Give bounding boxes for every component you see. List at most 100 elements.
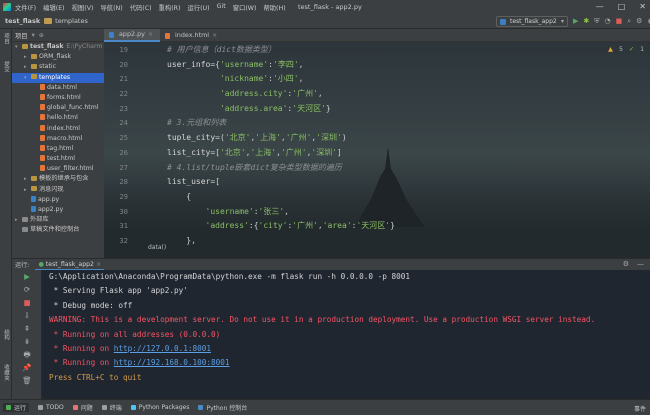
close-button[interactable]: ✕ [639,2,646,11]
settings-icon[interactable]: ⚙ [623,260,629,268]
console-link[interactable]: http://127.0.0.1:8001 [114,344,211,353]
settings-icon[interactable]: ⚙ [636,17,642,26]
debug-icon[interactable]: ✱ [583,17,589,26]
bottom-tool-2[interactable]: 问题 [72,403,93,412]
menu-item[interactable]: Git [217,3,226,12]
code-line: { [167,190,395,205]
project-view-select[interactable]: 项目 [15,31,28,40]
tree-item-static[interactable]: ▸ static [12,62,104,72]
tree-item-macro-html[interactable]: macro.html [12,134,104,144]
menu-item[interactable]: 运行(U) [187,3,209,12]
code-lines: # 用户信息（dict数据类型） user_info={'username':'李… [167,43,395,249]
run-configuration-select[interactable]: test_flask_app2 ▾ [496,16,568,27]
tree-item-forms-html[interactable]: forms.html [12,93,104,103]
tab-app2-py[interactable]: app2.py × [104,29,160,42]
folder-icon [44,18,53,24]
bottom-tool-3[interactable]: 终端 [101,403,122,412]
tree-item-templates[interactable]: ▾ templates [12,72,104,83]
tree-item[interactable]: ▸ 外部库 [12,215,104,225]
run-tab[interactable]: ● test_flask_app2 × [35,259,105,271]
chevron-down-icon[interactable]: ▾ [32,32,35,39]
tree-item-global-func-html[interactable]: global_func.html [12,103,104,113]
code-line: # 4.list/tuple嵌套dict复杂类型数据的遍历 [167,161,395,176]
run-icon[interactable]: ▶ [573,17,578,26]
caret-icon[interactable]: ▸ [24,185,31,195]
menu-item[interactable]: 文件(F) [15,3,36,12]
tree-item-orm-flask[interactable]: ▸ ORM_flask [12,52,104,62]
bottom-tool-0[interactable]: 运行 [3,403,30,412]
bottom-tool-4[interactable]: Python Packages [130,403,189,412]
inspection-widget[interactable]: ▲ 5 ✓ 1 [608,46,644,53]
code-string: '北京' [224,133,251,143]
search-icon[interactable]: ⌕ [627,17,631,26]
caret-icon[interactable]: ▾ [24,73,31,83]
breadcrumb-folder[interactable]: templates [55,17,88,25]
stop-icon[interactable]: ■ [12,296,42,309]
tree-item[interactable]: 草稿文件和控制台 [12,225,104,235]
pin-icon[interactable]: 📌 [12,361,42,374]
caret-icon[interactable]: ▸ [24,174,31,184]
hide-icon[interactable]: — [637,260,644,268]
caret-icon[interactable]: ▸ [24,52,31,62]
bottom-tool-buttons: 运行 TODO 问题 终端 Python Packages Python 控制台 [3,403,247,412]
bottom-tool-label: 终端 [109,405,122,412]
caret-icon[interactable]: ▾ [15,42,22,52]
console-link[interactable]: http://192.168.0.100:8001 [114,358,230,367]
bottom-tool-1[interactable]: TODO [38,403,64,412]
trash-icon[interactable]: 🗑 [12,374,42,387]
library-icon [22,226,28,232]
tree-item-app2-py[interactable]: app2.py [12,205,104,215]
scroll-end-icon[interactable]: ⇩ [12,309,42,322]
event-log-button[interactable]: 事件 [634,404,646,413]
stop-icon[interactable]: ■ [616,17,623,26]
menu-item[interactable]: 视图(V) [72,3,94,12]
python-icon [500,19,506,25]
menu-item[interactable]: 窗口(W) [233,3,257,12]
menu-item[interactable]: 导航(N) [100,3,122,12]
close-icon[interactable]: × [96,261,101,268]
maximize-button[interactable]: □ [618,2,626,11]
tree-item-test-html[interactable]: test.html [12,154,104,164]
coverage-icon[interactable]: ⛨ [594,17,599,26]
tab-index-html[interactable]: index.html × [160,29,224,42]
python-file-icon [31,206,36,212]
code-string: '天河区' [356,221,391,231]
structure-tool-button[interactable]: 结构 [2,329,10,340]
menu-item[interactable]: 代码(C) [130,3,152,12]
tree-item-index-html[interactable]: index.html [12,124,104,134]
menu-item[interactable]: 编辑(E) [43,3,65,12]
tree-item-user-filter-html[interactable]: user_filter.html [12,164,104,174]
rerun-icon[interactable]: ▶ [12,270,42,283]
tree-item[interactable]: ▸ 模板的继承与包含 [12,174,104,184]
project-tool-button[interactable]: 项目 [2,33,10,44]
caret-icon[interactable]: ▸ [15,215,22,225]
menu-item[interactable]: 帮助(H) [263,3,285,12]
favorites-tool-button[interactable]: 收藏夹 [2,364,10,381]
tree-item-tag-html[interactable]: tag.html [12,144,104,154]
up-icon[interactable]: ⇞ [12,322,42,335]
caret-icon[interactable]: ▸ [24,62,31,72]
tree-item-test-flask[interactable]: ▾ test_flask E:\PyCharm [12,42,104,52]
editor-area[interactable]: app2.py × index.html × ▲ 5 ✓ 1 19 20 21 22 2… [104,29,650,258]
tree-item-app-py[interactable]: app.py [12,195,104,205]
run-console[interactable]: G:\Application\Anaconda\ProgramData\pyth… [42,270,650,399]
tree-item[interactable]: ▸ 消息闪现 [12,185,104,195]
bottom-tool-5[interactable]: Python 控制台 [198,403,247,412]
close-icon[interactable]: × [148,29,153,41]
breadcrumb-project[interactable]: test_flask [5,17,40,25]
locate-icon[interactable]: ⊕ [39,32,44,39]
print-icon[interactable]: 🖶 [12,348,42,361]
minimize-button[interactable]: — [596,2,604,11]
code-breadcrumb[interactable]: data() [148,244,166,251]
tree-item-hello-html[interactable]: hello.html [12,113,104,123]
tool-window-icon [6,405,11,410]
restart-icon[interactable]: ⟳ [12,283,42,296]
commit-tool-button[interactable]: 提交 [2,61,10,72]
console-text: WARNING: This is a development server. D… [49,315,596,325]
close-icon[interactable]: × [212,29,217,42]
menu-item[interactable]: 重构(R) [159,3,181,12]
run-toolbar: ▶ ✱ ⛨ ◔ ■ ⌕ ⚙ ◉ [573,17,650,26]
profile-icon[interactable]: ◔ [605,17,611,26]
down-icon[interactable]: ⇟ [12,335,42,348]
tree-item-data-html[interactable]: data.html [12,83,104,93]
